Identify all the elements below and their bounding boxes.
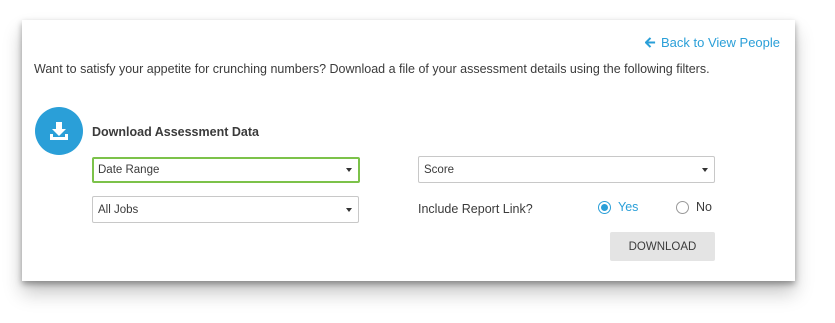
download-button[interactable]: DOWNLOAD xyxy=(610,232,715,261)
back-link-label: Back to View People xyxy=(661,35,780,50)
section-title: Download Assessment Data xyxy=(92,125,259,139)
radio-yes[interactable] xyxy=(598,200,611,214)
score-select[interactable]: Score xyxy=(418,156,715,183)
chevron-down-icon xyxy=(346,168,352,172)
jobs-select[interactable]: All Jobs xyxy=(92,196,359,223)
chevron-down-icon xyxy=(346,207,352,212)
score-value: Score xyxy=(424,163,455,176)
download-tray-icon xyxy=(35,107,83,155)
download-card: Back to View People Want to satisfy your… xyxy=(22,20,795,281)
radio-yes-label: Yes xyxy=(618,200,639,214)
radio-no-label: No xyxy=(696,200,712,214)
jobs-value: All Jobs xyxy=(98,203,139,216)
report-link-no-option[interactable]: No xyxy=(676,200,712,214)
intro-text: Want to satisfy your appetite for crunch… xyxy=(34,62,710,76)
report-link-yes-option[interactable]: Yes xyxy=(598,200,638,214)
back-to-view-people-link[interactable]: Back to View People xyxy=(645,35,780,50)
radio-no[interactable] xyxy=(676,200,689,214)
date-range-value: Date Range xyxy=(98,164,160,176)
chevron-down-icon xyxy=(702,167,708,172)
include-report-link-label: Include Report Link? xyxy=(418,202,533,216)
date-range-select[interactable]: Date Range xyxy=(92,157,360,183)
arrow-left-icon xyxy=(645,37,656,48)
